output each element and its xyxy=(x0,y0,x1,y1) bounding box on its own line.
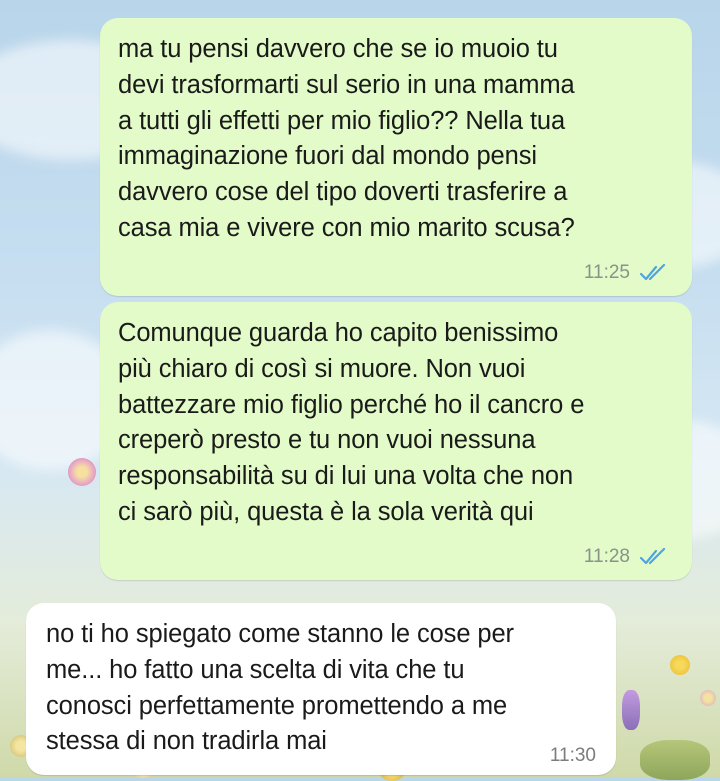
message-bubble-outgoing[interactable]: ma tu pensi davvero che se io muoio tu d… xyxy=(100,18,692,296)
message-meta: 11:30 xyxy=(550,745,596,767)
message-meta: 11:25 xyxy=(584,262,668,284)
double-check-read-icon xyxy=(639,548,666,565)
double-check-read-icon xyxy=(639,264,666,281)
message-time: 11:28 xyxy=(583,546,630,567)
message-meta: 11:28 xyxy=(584,546,668,568)
message-bubble-outgoing[interactable]: Comunque guarda ho capito benissimo più … xyxy=(100,302,692,580)
message-time: 11:25 xyxy=(583,262,630,283)
message-text: Comunque guarda ho capito benissimo più … xyxy=(118,319,585,526)
message-text: ma tu pensi davvero che se io muoio tu d… xyxy=(118,35,575,242)
message-bubble-incoming[interactable]: no ti ho spiegato come stanno le cose pe… xyxy=(26,603,616,775)
message-text: no ti ho spiegato come stanno le cose pe… xyxy=(46,620,514,756)
message-time: 11:30 xyxy=(549,745,596,766)
